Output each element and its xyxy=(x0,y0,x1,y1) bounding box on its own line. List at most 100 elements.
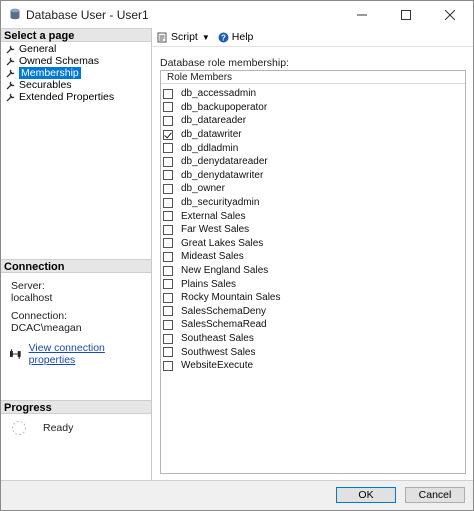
wrench-icon xyxy=(6,69,15,78)
script-button[interactable]: Script ▼ xyxy=(157,31,210,43)
maximize-button[interactable] xyxy=(384,1,428,28)
progress-status-text: Ready xyxy=(43,422,74,434)
role-checkbox[interactable] xyxy=(163,143,173,154)
role-row[interactable]: db_backupoperator xyxy=(163,101,267,115)
role-checkbox[interactable] xyxy=(163,102,173,113)
progress-status: Ready xyxy=(11,420,73,436)
role-row[interactable]: WebsiteExecute xyxy=(163,359,253,373)
role-row[interactable]: Southwest Sales xyxy=(163,345,256,359)
role-row[interactable]: db_accessadmin xyxy=(163,87,256,101)
cancel-button[interactable]: Cancel xyxy=(405,487,465,503)
help-button[interactable]: ? Help xyxy=(218,31,253,43)
page-item-label: Membership xyxy=(19,67,81,79)
ok-button[interactable]: OK xyxy=(336,487,396,503)
wrench-icon xyxy=(6,45,15,54)
close-icon xyxy=(445,9,455,20)
role-name: Far West Sales xyxy=(181,224,250,236)
maximize-icon xyxy=(401,9,411,20)
role-row[interactable]: db_securityadmin xyxy=(163,196,259,210)
connection-properties-icon xyxy=(9,349,21,359)
role-checkbox[interactable] xyxy=(163,333,173,344)
role-name: External Sales xyxy=(181,210,246,222)
role-row[interactable]: db_datawriter xyxy=(163,128,242,142)
role-name: Mideast Sales xyxy=(181,251,244,263)
svg-text:?: ? xyxy=(221,33,226,42)
role-checkbox[interactable] xyxy=(163,183,173,194)
page-item-general[interactable]: General xyxy=(6,43,56,55)
role-name: SalesSchemaDeny xyxy=(181,305,267,317)
connection-value: DCAC\meagan xyxy=(11,322,82,334)
role-members-list[interactable]: Role Members db_accessadmin db_backupoper… xyxy=(160,70,466,474)
role-checkbox[interactable] xyxy=(163,170,173,181)
role-row[interactable]: Far West Sales xyxy=(163,223,249,237)
role-name: db_backupoperator xyxy=(181,101,268,113)
role-row[interactable]: Mideast Sales xyxy=(163,250,244,264)
role-row[interactable]: Great Lakes Sales xyxy=(163,237,263,251)
main-panel: Script ▼ ? Help Database role membership… xyxy=(152,28,473,480)
role-checkbox[interactable] xyxy=(163,224,173,235)
chevron-down-icon[interactable]: ▼ xyxy=(202,33,210,42)
progress-header: Progress xyxy=(1,400,151,414)
help-icon: ? xyxy=(218,32,229,42)
minimize-button[interactable] xyxy=(340,1,384,28)
server-label: Server: xyxy=(11,280,45,292)
role-name: Great Lakes Sales xyxy=(181,237,264,249)
database-icon xyxy=(10,8,20,20)
wrench-icon xyxy=(6,93,15,102)
role-name: Southwest Sales xyxy=(181,346,256,358)
role-name: WebsiteExecute xyxy=(181,360,254,372)
select-page-header: Select a page xyxy=(1,28,151,42)
role-checkbox[interactable] xyxy=(163,347,173,358)
role-name: db_securityadmin xyxy=(181,197,260,209)
role-checkbox[interactable] xyxy=(163,197,173,208)
role-checkbox[interactable] xyxy=(163,129,173,140)
page-item-owned-schemas[interactable]: Owned Schemas xyxy=(6,55,99,67)
view-connection-properties-link[interactable]: View connection properties xyxy=(29,342,151,366)
role-checkbox[interactable] xyxy=(163,156,173,167)
page-item-label: Extended Properties xyxy=(19,91,115,103)
role-checkbox[interactable] xyxy=(163,279,173,290)
role-checkbox[interactable] xyxy=(163,88,173,99)
role-name: db_denydatareader xyxy=(181,156,268,168)
role-row[interactable]: SalesSchemaRead xyxy=(163,318,267,332)
role-name: db_ddladmin xyxy=(181,142,239,154)
role-row[interactable]: db_denydatareader xyxy=(163,155,268,169)
role-checkbox[interactable] xyxy=(163,238,173,249)
page-item-label: Securables xyxy=(19,79,72,91)
connection-header: Connection xyxy=(1,259,151,273)
role-row[interactable]: Plains Sales xyxy=(163,277,236,291)
role-checkbox[interactable] xyxy=(163,251,173,262)
script-label: Script xyxy=(171,31,198,43)
role-row[interactable]: SalesSchemaDeny xyxy=(163,305,266,319)
wrench-icon xyxy=(6,57,15,66)
role-name: Plains Sales xyxy=(181,278,237,290)
role-name: Rocky Mountain Sales xyxy=(181,292,281,304)
role-checkbox[interactable] xyxy=(163,319,173,330)
title-bar: Database User - User1 xyxy=(1,1,473,28)
minimize-icon xyxy=(357,14,367,15)
close-button[interactable] xyxy=(428,1,472,28)
view-connection-properties[interactable]: View connection properties xyxy=(9,342,151,366)
page-item-extended-properties[interactable]: Extended Properties xyxy=(6,91,114,103)
role-row[interactable]: Rocky Mountain Sales xyxy=(163,291,281,305)
role-row[interactable]: db_ddladmin xyxy=(163,141,238,155)
role-checkbox[interactable] xyxy=(163,360,173,371)
role-checkbox[interactable] xyxy=(163,306,173,317)
role-members-column-header: Role Members xyxy=(161,71,465,84)
role-row[interactable]: Southeast Sales xyxy=(163,332,254,346)
role-checkbox[interactable] xyxy=(163,115,173,126)
role-checkbox[interactable] xyxy=(163,211,173,222)
role-row[interactable]: External Sales xyxy=(163,209,245,223)
dialog-window: Database User - User1 Select a page Gene… xyxy=(0,0,474,511)
role-row[interactable]: db_owner xyxy=(163,182,225,196)
page-item-membership[interactable]: Membership xyxy=(6,67,81,79)
page-item-securables[interactable]: Securables xyxy=(6,79,72,91)
role-row[interactable]: New England Sales xyxy=(163,264,268,278)
role-row[interactable]: db_datareader xyxy=(163,114,246,128)
role-checkbox[interactable] xyxy=(163,265,173,276)
role-name: db_accessadmin xyxy=(181,88,257,100)
toolbar: Script ▼ ? Help xyxy=(152,28,473,47)
role-checkbox[interactable] xyxy=(163,292,173,303)
role-name: db_denydatawriter xyxy=(181,169,264,181)
role-row[interactable]: db_denydatawriter xyxy=(163,169,263,183)
